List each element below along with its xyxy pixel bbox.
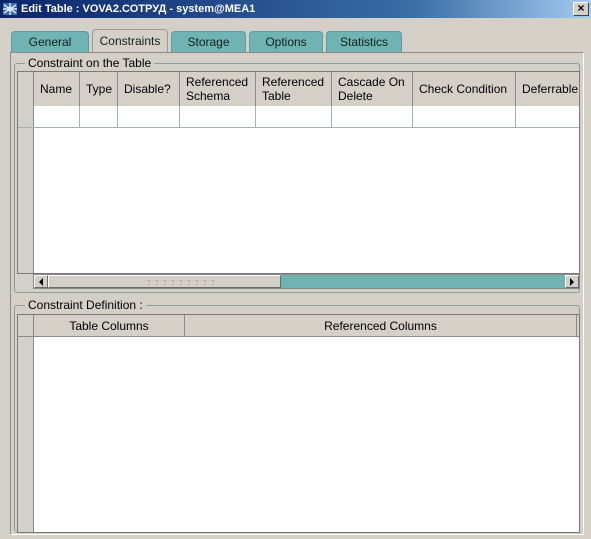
tab-constraints[interactable]: Constraints [92, 29, 168, 52]
window-title: Edit Table : VOVA2.СОТРУД - system@MEA1 [21, 3, 256, 15]
cell-deferrable[interactable] [516, 106, 579, 127]
column-header-referenced-table[interactable]: Referenced Table [256, 72, 332, 106]
column-header-cascade-on-delete[interactable]: Cascade On Delete [332, 72, 413, 106]
cell-disable[interactable] [118, 106, 180, 127]
grid-corner [18, 315, 34, 336]
oracle-app-icon [2, 1, 18, 17]
table-row[interactable] [18, 106, 579, 128]
column-header-referenced-columns[interactable]: Referenced Columns [185, 315, 577, 336]
scroll-right-button[interactable] [565, 275, 579, 288]
arrow-left-icon [39, 277, 43, 286]
tab-statistics[interactable]: Statistics [326, 31, 402, 52]
constraints-group-title: Constraint on the Table [25, 56, 155, 70]
row-header-column [18, 315, 34, 532]
column-header-table-columns[interactable]: Table Columns [34, 315, 185, 336]
grip-icon [145, 279, 217, 285]
definition-grid-header: Table Columns Referenced Columns [18, 315, 579, 337]
scroll-left-button[interactable] [34, 275, 48, 288]
cell-referenced-schema[interactable] [180, 106, 256, 127]
cell-cascade-on-delete[interactable] [332, 106, 413, 127]
tab-general[interactable]: General [11, 31, 89, 52]
definition-group-title: Constraint Definition : [25, 298, 146, 312]
cell-check-condition[interactable] [413, 106, 516, 127]
column-header-name[interactable]: Name [34, 72, 80, 106]
arrow-right-icon [570, 277, 574, 286]
tab-strip: General Constraints Storage Options Stat… [11, 29, 405, 53]
tab-storage[interactable]: Storage [171, 31, 246, 52]
constraints-grid-header: Name Type Disable? Referenced Schema Ref… [18, 72, 579, 107]
column-header-deferrable[interactable]: Deferrable [516, 72, 579, 106]
constraints-panel: Constraint on the Table Name Type Disabl… [10, 52, 584, 535]
column-header-check-condition[interactable]: Check Condition [413, 72, 516, 106]
close-button[interactable]: × [573, 2, 589, 16]
cell-referenced-table[interactable] [256, 106, 332, 127]
column-header-referenced-schema[interactable]: Referenced Schema [180, 72, 256, 106]
constraints-grid[interactable]: Name Type Disable? Referenced Schema Ref… [17, 71, 580, 274]
constraints-horizontal-scrollbar[interactable] [33, 274, 580, 289]
title-bar: Edit Table : VOVA2.СОТРУД - system@MEA1 … [0, 0, 591, 18]
tab-options[interactable]: Options [249, 31, 323, 52]
cell-type[interactable] [80, 106, 118, 127]
definition-grid[interactable]: Table Columns Referenced Columns [17, 314, 580, 533]
column-header-disable[interactable]: Disable? [118, 72, 180, 106]
row-selector[interactable] [18, 106, 34, 127]
scroll-thumb[interactable] [48, 275, 281, 288]
column-header-type[interactable]: Type [80, 72, 118, 106]
cell-name[interactable] [34, 106, 80, 127]
grid-corner [18, 72, 34, 106]
